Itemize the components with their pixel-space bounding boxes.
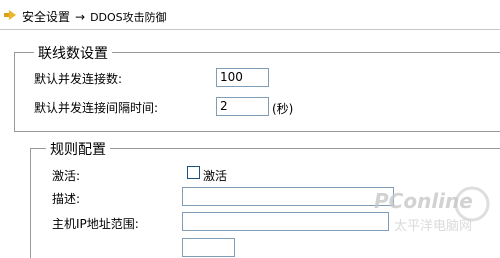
breadcrumb-arrow-icon: [4, 10, 16, 20]
breadcrumb-section[interactable]: 安全设置: [22, 10, 70, 24]
activate-checkbox[interactable]: [187, 166, 200, 179]
ip-range-input[interactable]: [182, 212, 389, 231]
description-input[interactable]: [182, 187, 394, 206]
breadcrumb: 安全设置 → DDOS攻击防御: [22, 8, 167, 25]
breadcrumb-current: DDOS攻击防御: [90, 11, 167, 24]
activate-label: 激活:: [52, 169, 81, 183]
breadcrumb-separator: →: [75, 10, 86, 24]
interval-input[interactable]: 2: [216, 97, 269, 116]
interval-label: 默认并发连接间隔时间:: [34, 101, 159, 115]
ip-range-label: 主机IP地址范围:: [52, 217, 139, 231]
breadcrumb-bar: 安全设置 → DDOS攻击防御: [0, 0, 500, 30]
rules-legend: 规则配置: [46, 139, 110, 159]
default-concurrent-input[interactable]: 100: [216, 68, 269, 87]
connections-legend: 联线数设置: [34, 43, 112, 63]
interval-unit: (秒): [272, 102, 294, 116]
description-label: 描述:: [52, 192, 81, 206]
connections-fieldset: [14, 52, 500, 132]
default-concurrent-label: 默认并发连接数:: [34, 72, 123, 86]
partial-input[interactable]: [182, 238, 235, 257]
activate-checkbox-label[interactable]: 激活: [203, 167, 227, 184]
